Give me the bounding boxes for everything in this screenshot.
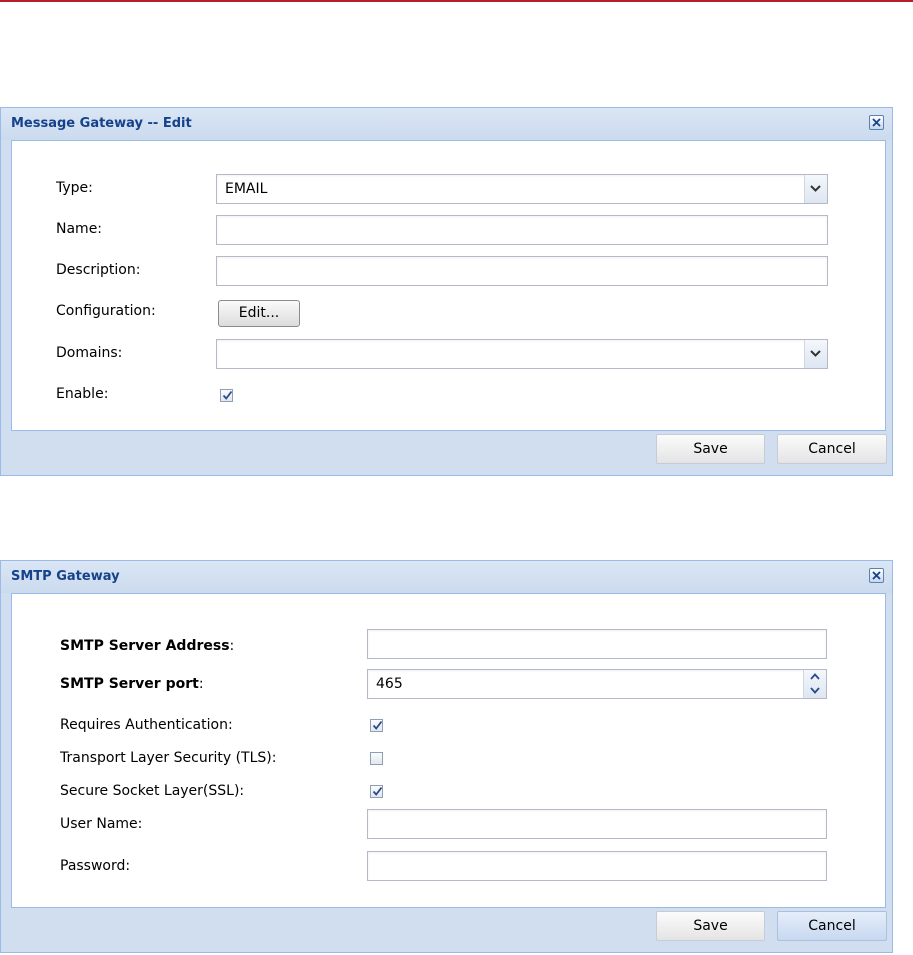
requires-authentication-label: Requires Authentication:: [60, 717, 233, 733]
password-input[interactable]: [367, 851, 827, 881]
type-dropdown-trigger[interactable]: [804, 175, 827, 203]
save-button[interactable]: Save: [656, 434, 765, 464]
port-spinner: [803, 670, 826, 698]
user-name-input[interactable]: [367, 809, 827, 839]
message-gateway-edit-dialog: Message Gateway -- Edit Type: EMAIL Name…: [0, 107, 893, 476]
type-value: EMAIL: [225, 181, 268, 197]
ssl-label: Secure Socket Layer(SSL):: [60, 783, 245, 799]
name-input[interactable]: [216, 215, 828, 245]
user-name-label: User Name:: [60, 816, 143, 832]
dialog-header[interactable]: Message Gateway -- Edit: [1, 108, 892, 140]
smtp-server-address-label: SMTP Server Address:: [60, 638, 234, 654]
close-button[interactable]: [869, 115, 884, 130]
top-divider-line: [0, 0, 913, 2]
domains-label: Domains:: [56, 345, 123, 361]
spin-up-button[interactable]: [804, 670, 826, 684]
type-label: Type:: [56, 180, 93, 196]
smtp-server-port-input[interactable]: 465: [367, 669, 827, 699]
smtp-server-port-label-text: SMTP Server port: [60, 676, 199, 692]
smtp-server-address-input[interactable]: [367, 629, 827, 659]
password-label: Password:: [60, 858, 131, 874]
cancel-button[interactable]: Cancel: [777, 911, 887, 941]
dialog-footer: Save Cancel: [1, 429, 892, 475]
configuration-label: Configuration:: [56, 303, 156, 319]
close-button[interactable]: [869, 568, 884, 583]
ssl-checkbox[interactable]: [370, 785, 383, 798]
description-label: Description:: [56, 262, 141, 278]
dialog-title: Message Gateway -- Edit: [11, 116, 192, 131]
enable-label: Enable:: [56, 386, 109, 402]
cancel-button[interactable]: Cancel: [777, 434, 887, 464]
description-input[interactable]: [216, 256, 828, 286]
name-label: Name:: [56, 221, 103, 237]
tls-label: Transport Layer Security (TLS):: [60, 750, 277, 766]
requires-authentication-checkbox[interactable]: [370, 719, 383, 732]
configuration-edit-button[interactable]: Edit...: [218, 300, 300, 327]
domains-select[interactable]: [216, 339, 828, 369]
save-button[interactable]: Save: [656, 911, 765, 941]
domains-dropdown-trigger[interactable]: [804, 340, 827, 368]
smtp-server-address-label-text: SMTP Server Address: [60, 638, 230, 654]
dialog-footer: Save Cancel: [1, 906, 892, 952]
tls-checkbox[interactable]: [370, 752, 383, 765]
enable-checkbox[interactable]: [220, 389, 233, 402]
spin-down-button[interactable]: [804, 684, 826, 698]
type-select[interactable]: EMAIL: [216, 174, 828, 204]
dialog-header[interactable]: SMTP Gateway: [1, 561, 892, 593]
smtp-server-port-label: SMTP Server port:: [60, 676, 204, 692]
smtp-server-port-value: 465: [376, 676, 403, 692]
dialog-body: SMTP Server Address: SMTP Server port: 4…: [11, 593, 886, 908]
dialog-body: Type: EMAIL Name: Description: Configura…: [11, 140, 886, 431]
dialog-title: SMTP Gateway: [11, 569, 120, 584]
label-colon: :: [198, 676, 204, 692]
label-colon: :: [229, 638, 235, 654]
smtp-gateway-dialog: SMTP Gateway SMTP Server Address: SMTP S…: [0, 560, 893, 953]
